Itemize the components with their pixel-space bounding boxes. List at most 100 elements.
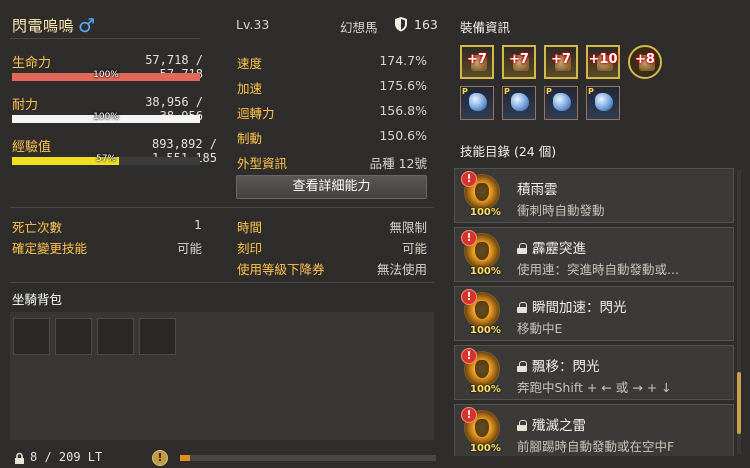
bag-capacity-fill — [180, 455, 191, 461]
status-value: 無限制 — [389, 220, 427, 235]
item-grade-badge: P — [588, 87, 594, 96]
skill-mastery: 100% — [470, 207, 501, 218]
ability-value: 150.6% — [379, 128, 427, 143]
mount-bag-title: 坐騎背包 — [12, 292, 63, 307]
character-name: 閃電嗚嗚 ♂ — [12, 15, 96, 37]
status-value: 1 — [194, 217, 202, 232]
exp-bar-percent: 57% — [95, 154, 116, 164]
ability-label: 速度 — [237, 56, 263, 71]
skill-mastery: 100% — [470, 325, 501, 336]
status-label: 刻印 — [237, 241, 263, 256]
enhance-level: +7 — [467, 52, 487, 67]
hp-bar: 100% — [12, 70, 200, 81]
ability-label: 加速 — [237, 81, 263, 96]
skill-name: 飄移：閃光 — [517, 355, 600, 375]
equipment-slot[interactable]: +7 — [544, 45, 578, 79]
equipment-slot[interactable]: P — [586, 86, 620, 120]
item-grade-badge: P — [462, 87, 468, 96]
ability-value: 175.6% — [379, 78, 427, 93]
hp-label: 生命力 — [12, 56, 52, 71]
stamina-label: 耐力 — [12, 98, 39, 113]
ability-value: 品種 12號 — [369, 156, 427, 171]
equipment-slot[interactable] — [628, 86, 662, 120]
padlock-icon — [517, 302, 527, 313]
stamina-bar: 100% — [12, 112, 200, 123]
equipment-slot[interactable]: +7 — [460, 45, 494, 79]
skill-item[interactable]: ! 100% 積雨雲 衝刺時自動發動 — [454, 168, 734, 223]
equipment-slot[interactable]: +10 — [586, 45, 620, 79]
skill-emblem — [475, 183, 489, 201]
bag-slot[interactable] — [13, 318, 50, 355]
bag-capacity: 8 / 209 LT — [30, 450, 103, 464]
status-label: 死亡次數 — [12, 220, 63, 235]
status-value: 可能 — [401, 241, 427, 256]
equipment-slot[interactable]: P — [544, 86, 578, 120]
skill-emblem — [475, 360, 489, 378]
equipment-item-icon — [595, 93, 613, 111]
enhance-level: +10 — [588, 52, 618, 67]
equipment-slot[interactable]: P — [502, 86, 536, 120]
item-grade-badge: P — [504, 87, 510, 96]
alert-icon: ! — [461, 348, 477, 364]
lock-icon — [15, 452, 24, 464]
padlock-icon — [517, 361, 527, 372]
skill-item[interactable]: ! 100% 霹靂突進使用連：突進時自動發動或... — [454, 227, 734, 282]
enhance-level: +7 — [551, 52, 571, 67]
bag-slot[interactable] — [139, 318, 176, 355]
skill-name: 積雨雲 — [517, 178, 558, 198]
skill-item[interactable]: ! 100% 瞬間加速：閃光移動中E — [454, 286, 734, 341]
equipment-slot[interactable]: +8 — [628, 45, 662, 79]
skill-mastery: 100% — [470, 443, 501, 454]
equipment-slot[interactable]: +7 — [502, 45, 536, 79]
skill-item[interactable]: ! 100% 飄移：閃光 奔跑中Shift + ← 或 → + ↓ — [454, 345, 734, 400]
mount-type-label: 幻想馬 — [340, 20, 378, 35]
ability-value: 174.7% — [379, 53, 427, 68]
alert-icon: ! — [461, 407, 477, 423]
stamina-bar-percent: 100% — [93, 112, 119, 122]
skill-name-text: 瞬間加速：閃光 — [532, 300, 627, 316]
bag-slot[interactable] — [97, 318, 134, 355]
item-grade-badge: P — [546, 87, 552, 96]
divider — [10, 282, 434, 283]
skill-mastery: 100% — [470, 384, 501, 395]
status-label: 時間 — [237, 220, 263, 235]
skill-description: 使用連：突進時自動發動或... — [517, 262, 679, 277]
skill-emblem — [475, 301, 489, 319]
divider — [10, 207, 434, 208]
skill-scrollbar-thumb[interactable] — [737, 372, 741, 434]
equipment-item-icon — [553, 93, 571, 111]
bag-slot[interactable] — [55, 318, 92, 355]
equipment-item-icon — [511, 93, 529, 111]
skill-item[interactable]: ! 100% 殲滅之雷 前腳踢時自動發動或在空中F — [454, 404, 734, 456]
padlock-icon — [517, 420, 527, 431]
skill-name: 瞬間加速：閃光 — [517, 296, 627, 316]
status-value: 無法使用 — [376, 262, 427, 277]
skill-list: ! 100% 積雨雲 衝刺時自動發動! 100% 霹靂突進 使用連：突進時自動發動或...!… — [454, 168, 734, 456]
male-gender-icon: ♂ — [78, 15, 96, 37]
equipment-item-icon — [469, 93, 487, 111]
mount-value: 163 — [414, 17, 438, 32]
equipment-slot[interactable]: P — [460, 86, 494, 120]
status-value: 可能 — [176, 241, 202, 256]
divider — [10, 38, 200, 39]
skill-list-title: 技能目錄 (24 個) — [460, 144, 557, 159]
skill-name: 霹靂突進 — [517, 237, 586, 257]
hp-bar-percent: 100% — [93, 70, 119, 80]
alert-icon: ! — [461, 230, 477, 246]
ability-value: 156.8% — [379, 103, 427, 118]
mount-bag-grid — [10, 312, 434, 440]
enhance-level: +8 — [635, 52, 655, 67]
bag-capacity-bar — [180, 455, 436, 461]
exp-bar: 57% — [12, 154, 200, 165]
skill-emblem — [475, 242, 489, 260]
skill-emblem — [475, 419, 489, 437]
shield-icon — [395, 17, 407, 32]
ability-label: 外型資訊 — [237, 156, 288, 171]
skill-description: 移動中E — [517, 321, 563, 336]
ability-label: 迴轉力 — [237, 106, 275, 121]
alert-icon: ! — [461, 289, 477, 305]
view-detail-button[interactable]: 查看詳細能力 — [236, 175, 427, 199]
skill-mastery: 100% — [470, 266, 501, 277]
info-icon[interactable]: ! — [152, 450, 168, 466]
status-label: 確定變更技能 — [12, 241, 88, 256]
